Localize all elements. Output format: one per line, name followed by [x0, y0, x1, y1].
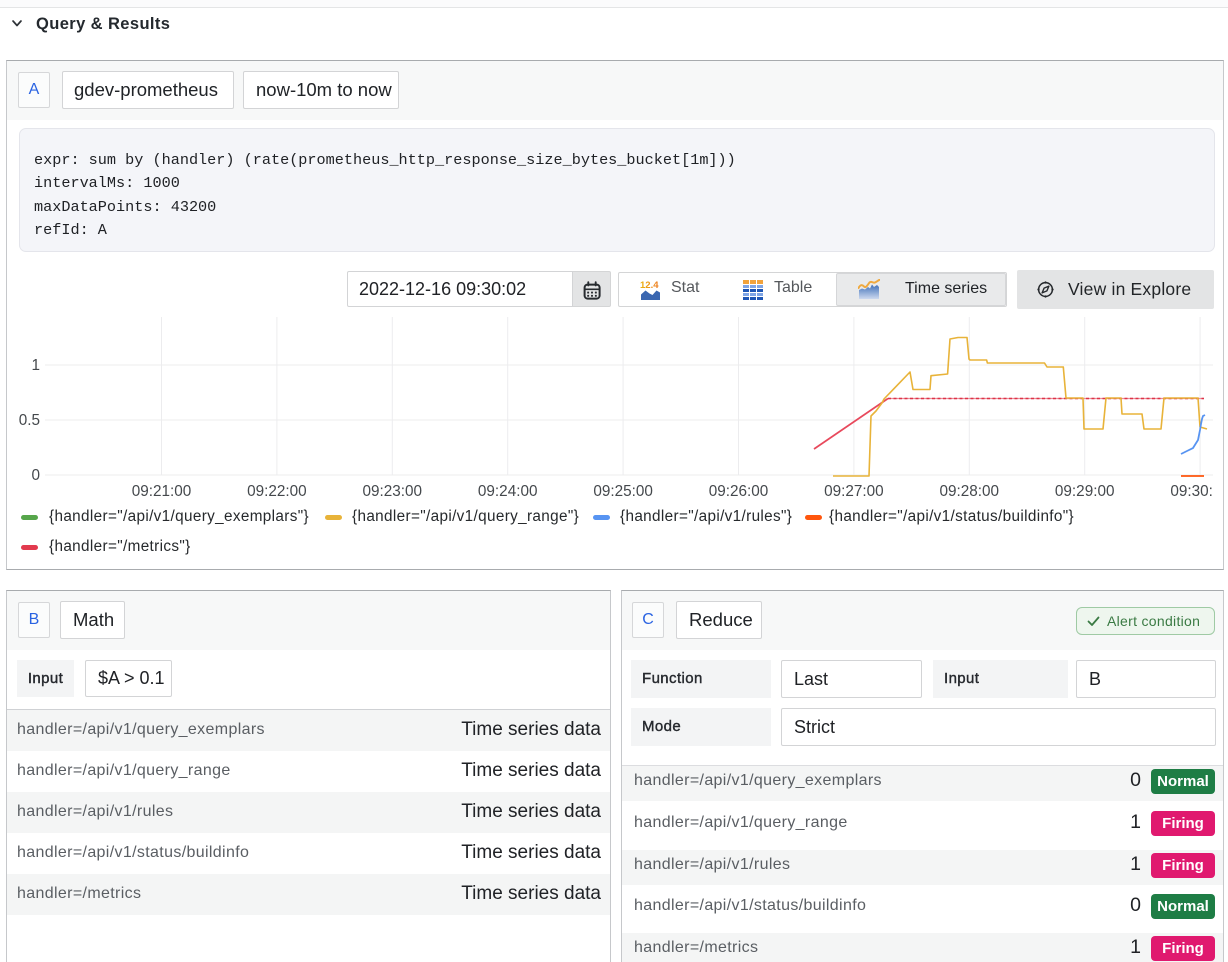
svg-text:1: 1 [31, 357, 40, 374]
svg-text:0: 0 [31, 467, 40, 484]
svg-text:09:26:00: 09:26:00 [709, 483, 769, 500]
svg-text:09:25:00: 09:25:00 [593, 483, 653, 500]
svg-text:09:30:00: 09:30:00 [1170, 483, 1213, 500]
svg-text:12.4: 12.4 [640, 280, 659, 291]
svg-text:09:23:00: 09:23:00 [363, 483, 423, 500]
svg-text:0.5: 0.5 [19, 412, 40, 429]
svg-text:09:21:00: 09:21:00 [132, 483, 192, 500]
svg-text:09:27:00: 09:27:00 [824, 483, 884, 500]
svg-text:09:29:00: 09:29:00 [1055, 483, 1115, 500]
svg-text:09:28:00: 09:28:00 [940, 483, 1000, 500]
svg-text:09:24:00: 09:24:00 [478, 483, 538, 500]
svg-text:09:22:00: 09:22:00 [247, 483, 307, 500]
